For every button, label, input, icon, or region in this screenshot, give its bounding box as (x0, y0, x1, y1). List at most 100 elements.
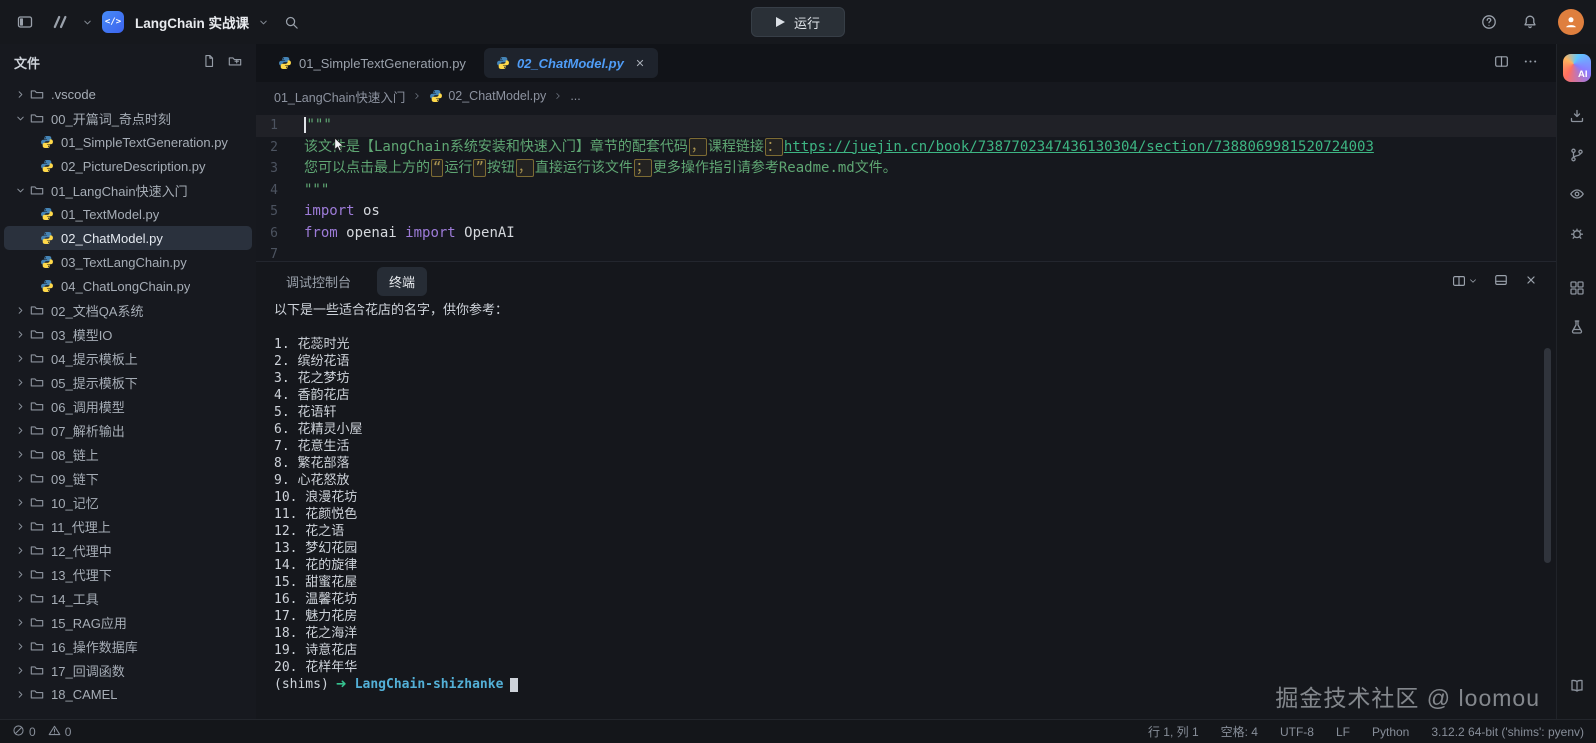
code-text: import os (304, 201, 380, 223)
flask-icon[interactable] (1560, 307, 1594, 346)
code-editor[interactable]: 1"""2该文件是【LangChain系统安装和快速入门】章节的配套代码，课程链… (256, 110, 1556, 262)
split-editor-icon[interactable] (1494, 54, 1509, 72)
breadcrumb-item[interactable]: 02_ChatModel.py (429, 89, 546, 103)
code-line[interactable]: 5import os (256, 201, 1556, 223)
tree-item-label: 03_TextLangChain.py (61, 255, 187, 270)
folder-icon (28, 663, 46, 677)
folder-icon (28, 87, 46, 101)
code-text: """ (304, 115, 332, 137)
editor-tab[interactable]: 01_SimpleTextGeneration.py (266, 48, 478, 78)
errors-indicator[interactable]: 0 (12, 724, 36, 740)
tab-label: 02_ChatModel.py (517, 56, 624, 71)
tree-folder-item[interactable]: 13_代理下 (4, 562, 252, 586)
tree-folder-item[interactable]: 03_模型IO (4, 322, 252, 346)
activity-bar: AI (1556, 44, 1596, 719)
tree-folder-item[interactable]: 12_代理中 (4, 538, 252, 562)
panel-layout-icon[interactable] (1494, 273, 1508, 290)
play-icon (776, 17, 785, 27)
panel-actions (1452, 273, 1538, 290)
folder-icon (28, 423, 46, 437)
terminal[interactable]: 以下是一些适合花店的名字，供你参考： 1. 花蕊时光2. 缤纷花语3. 花之梦坊… (256, 300, 1556, 719)
tree-folder-item[interactable]: 17_回调函数 (4, 658, 252, 682)
code-line[interactable]: 3您可以点击最上方的“运行”按钮，直接运行该文件；更多操作指引请参考Readme… (256, 158, 1556, 180)
tree-file-item[interactable]: 02_ChatModel.py (4, 226, 252, 250)
help-icon[interactable] (1476, 9, 1502, 35)
tree-file-item[interactable]: 01_SimpleTextGeneration.py (4, 130, 252, 154)
python-icon (38, 207, 56, 221)
tree-file-item[interactable]: 02_PictureDescription.py (4, 154, 252, 178)
tree-folder-item[interactable]: .vscode (4, 82, 252, 106)
close-icon[interactable] (634, 57, 646, 69)
tree-item-label: 07_解析输出 (51, 421, 125, 440)
project-title[interactable]: LangChain 实战课 (135, 12, 249, 32)
status-item[interactable]: LF (1336, 725, 1350, 739)
tree-item-label: .vscode (51, 87, 96, 102)
tree-folder-item[interactable]: 18_CAMEL (4, 682, 252, 706)
grid-icon[interactable] (1560, 268, 1594, 307)
book-icon[interactable] (1560, 666, 1594, 705)
run-button-label: 运行 (794, 13, 820, 32)
status-item[interactable]: Python (1372, 725, 1409, 739)
git-branch-icon[interactable] (1560, 135, 1594, 174)
tree-folder-item[interactable]: 02_文档QA系统 (4, 298, 252, 322)
split-terminal-icon[interactable] (1452, 274, 1478, 288)
tree-folder-item[interactable]: 08_链上 (4, 442, 252, 466)
tree-folder-item[interactable]: 07_解析输出 (4, 418, 252, 442)
chevron-down-icon[interactable] (82, 17, 93, 28)
status-item[interactable]: 空格: 4 (1221, 723, 1258, 740)
tree-file-item[interactable]: 01_TextModel.py (4, 202, 252, 226)
warnings-indicator[interactable]: 0 (48, 724, 72, 740)
tree-folder-item[interactable]: 05_提示模板下 (4, 370, 252, 394)
python-icon (38, 159, 56, 173)
ai-assistant-icon[interactable]: AI (1563, 54, 1591, 82)
tree-file-item[interactable]: 04_ChatLongChain.py (4, 274, 252, 298)
editor-tab-strip: 01_SimpleTextGeneration.py 02_ChatModel.p… (266, 48, 658, 78)
tree-folder-item[interactable]: 09_链下 (4, 466, 252, 490)
terminal-line: 14. 花的旋律 (274, 557, 1556, 574)
tree-folder-item[interactable]: 01_LangChain快速入门 (4, 178, 252, 202)
tree-folder-item[interactable]: 15_RAG应用 (4, 610, 252, 634)
bell-icon[interactable] (1517, 9, 1543, 35)
status-item[interactable]: UTF-8 (1280, 725, 1314, 739)
tree-folder-item[interactable]: 04_提示模板上 (4, 346, 252, 370)
more-actions-icon[interactable] (1523, 54, 1538, 72)
new-folder-icon[interactable] (228, 54, 242, 71)
error-count: 0 (29, 725, 36, 739)
status-item[interactable]: 3.12.2 64-bit ('shims': pyenv) (1431, 725, 1584, 739)
new-file-icon[interactable] (202, 54, 216, 71)
breadcrumb-item[interactable]: ... (570, 89, 580, 103)
run-button[interactable]: 运行 (751, 7, 845, 37)
chevron-right-icon (12, 329, 28, 340)
tree-folder-item[interactable]: 06_调用模型 (4, 394, 252, 418)
chevron-down-icon[interactable] (258, 17, 269, 28)
tree-folder-item[interactable]: 14_工具 (4, 586, 252, 610)
code-line[interactable]: 7 (256, 244, 1556, 262)
tree-folder-item[interactable]: 00_开篇词_奇点时刻 (4, 106, 252, 130)
folder-icon (28, 471, 46, 485)
tree-folder-item[interactable]: 16_操作数据库 (4, 634, 252, 658)
bug-icon[interactable] (1560, 213, 1594, 252)
eye-icon[interactable] (1560, 174, 1594, 213)
code-line[interactable]: 4""" (256, 180, 1556, 202)
panel-tab[interactable]: 调试控制台 (274, 267, 363, 296)
code-line[interactable]: 1""" (256, 115, 1556, 137)
app-logo-icon[interactable] (47, 9, 73, 35)
tree-item-label: 02_文档QA系统 (51, 301, 143, 320)
toggle-sidebar-icon[interactable] (12, 9, 38, 35)
scrollbar-thumb[interactable] (1544, 348, 1551, 563)
close-panel-icon[interactable] (1524, 273, 1538, 290)
code-text: 您可以点击最上方的“运行”按钮，直接运行该文件；更多操作指引请参考Readme.… (304, 158, 897, 180)
avatar[interactable] (1558, 9, 1584, 35)
tree-folder-item[interactable]: 11_代理上 (4, 514, 252, 538)
tree-file-item[interactable]: 03_TextLangChain.py (4, 250, 252, 274)
search-icon[interactable] (278, 9, 304, 35)
status-item[interactable]: 行 1, 列 1 (1148, 723, 1199, 740)
panel-tab[interactable]: 终端 (377, 267, 427, 296)
code-line[interactable]: 2该文件是【LangChain系统安装和快速入门】章节的配套代码，课程链接：ht… (256, 137, 1556, 159)
breadcrumb-item[interactable]: 01_LangChain快速入门 (274, 87, 405, 106)
tree-item-label: 16_操作数据库 (51, 637, 138, 656)
tree-folder-item[interactable]: 10_记忆 (4, 490, 252, 514)
editor-tab[interactable]: 02_ChatModel.py (484, 48, 658, 78)
download-icon[interactable] (1560, 96, 1594, 135)
code-line[interactable]: 6from openai import OpenAI (256, 223, 1556, 245)
